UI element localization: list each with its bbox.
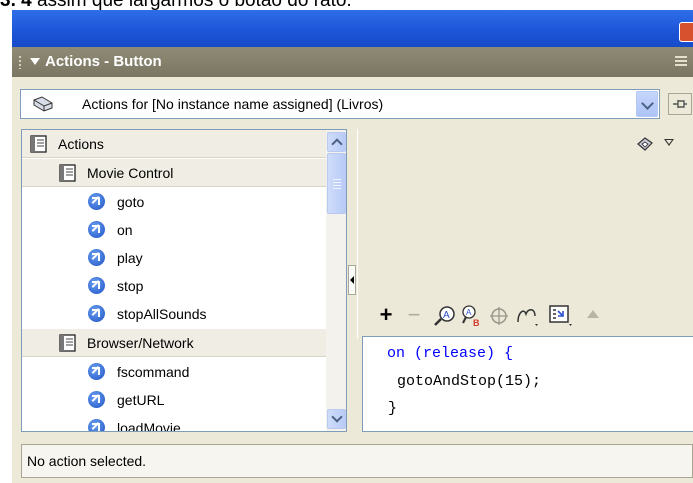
- toolbox-label: stopAllSounds: [117, 306, 207, 322]
- panel-title: Actions - Button: [45, 53, 162, 70]
- script-editor[interactable]: on (release) { gotoAndStop(15); }: [362, 336, 693, 432]
- toolbox-scrollbar[interactable]: [326, 130, 346, 431]
- insert-target-path-icon[interactable]: [489, 306, 509, 326]
- scroll-thumb[interactable]: [327, 153, 346, 214]
- find-icon[interactable]: A: [433, 305, 457, 327]
- grip-icon[interactable]: [18, 55, 22, 69]
- delete-action-button[interactable]: −: [405, 299, 423, 331]
- target-dropdown-button[interactable]: [636, 91, 658, 117]
- toolbox-label: stop: [117, 278, 144, 294]
- toolbox-label: loadMovie: [117, 420, 181, 432]
- status-bar: No action selected.: [21, 444, 693, 478]
- actions-toolbox: Actions Movie Control goto on play stop: [21, 129, 347, 432]
- svg-text:A: A: [443, 310, 450, 321]
- toolbox-label: Browser/Network: [87, 335, 194, 351]
- status-text: No action selected.: [27, 453, 147, 469]
- window-title-bar: [12, 10, 693, 47]
- toolbox-label: fscommand: [117, 364, 190, 380]
- pane-splitter[interactable]: [347, 129, 357, 432]
- panel-header[interactable]: Actions - Button: [12, 47, 693, 77]
- toolbox-book-browser-network[interactable]: Browser/Network: [22, 329, 326, 357]
- action-icon: [88, 277, 105, 294]
- action-icon: [88, 391, 105, 408]
- book-icon: [30, 135, 47, 153]
- script-toolbar: + − A A B: [365, 299, 693, 335]
- view-options-menu-icon[interactable]: [548, 304, 576, 328]
- toolbox-label: on: [117, 222, 133, 238]
- replace-icon[interactable]: A B: [461, 304, 483, 328]
- code-line-1: on (release) {: [387, 345, 514, 362]
- toolbox-label: Actions: [58, 136, 104, 152]
- collapse-arrow-icon[interactable]: [30, 58, 40, 65]
- add-action-button[interactable]: +: [377, 299, 395, 331]
- action-icon: [88, 363, 105, 380]
- action-icon: [88, 249, 105, 266]
- toolbox-label: goto: [117, 194, 145, 210]
- close-button[interactable]: [679, 22, 693, 42]
- action-icon: [88, 221, 105, 238]
- toolbox-label: Movie Control: [87, 165, 174, 181]
- book-icon: [59, 334, 76, 352]
- target-selector[interactable]: Actions for [No instance name assigned] …: [20, 89, 660, 119]
- book-icon: [59, 164, 76, 182]
- action-icon: [88, 193, 105, 210]
- target-label: Actions for [No instance name assigned] …: [82, 96, 384, 112]
- collapse-toolbox-handle[interactable]: [348, 265, 356, 295]
- action-icon: [88, 419, 105, 431]
- reference-icon[interactable]: [636, 136, 654, 152]
- scroll-up-button[interactable]: [327, 132, 346, 152]
- pin-icon: [673, 100, 687, 108]
- pin-script-button[interactable]: [668, 93, 692, 115]
- scroll-down-button[interactable]: [327, 409, 346, 429]
- toolbox-label: play: [117, 250, 143, 266]
- code-line-2: gotoAndStop(15);: [388, 373, 542, 390]
- svg-text:A: A: [466, 308, 472, 317]
- code-line-3: }: [388, 400, 398, 417]
- actions-panel: Actions - Button Actions for [No instanc…: [12, 47, 693, 483]
- toolbox-book-movie-control[interactable]: Movie Control: [22, 159, 326, 187]
- debug-options-icon[interactable]: [515, 304, 543, 328]
- svg-text:B: B: [473, 318, 480, 328]
- view-options-icon[interactable]: [664, 139, 674, 146]
- toolbox-book-actions[interactable]: Actions: [22, 130, 326, 158]
- toolbox-label: getURL: [117, 392, 165, 408]
- button-symbol-icon: [33, 96, 53, 112]
- move-up-icon[interactable]: [587, 310, 599, 318]
- action-icon: [88, 305, 105, 322]
- panel-menu-icon[interactable]: [675, 56, 687, 68]
